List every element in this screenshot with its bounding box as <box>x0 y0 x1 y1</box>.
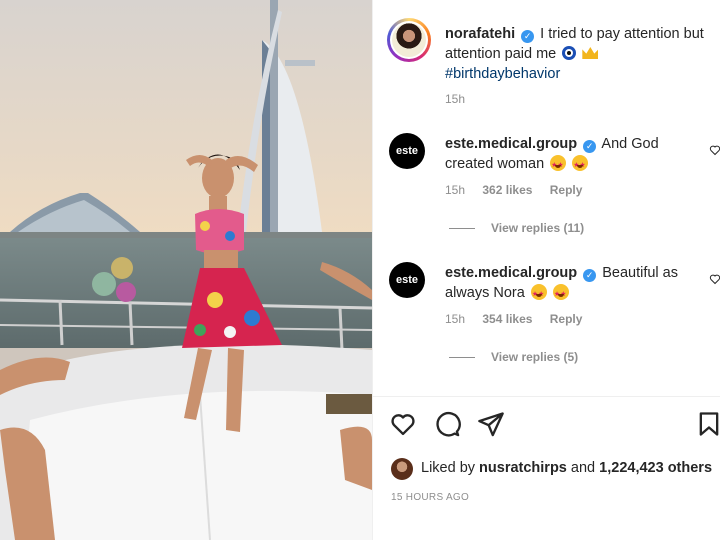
likes-summary: Liked by nusratchirps and 1,224,423 othe… <box>421 460 712 476</box>
commenter-username[interactable]: este.medical.group <box>445 265 577 281</box>
post-media[interactable] <box>0 0 372 540</box>
verified-badge-icon: ✓ <box>521 30 535 43</box>
divider <box>373 396 720 397</box>
comment-likes[interactable]: 362 likes <box>482 183 532 197</box>
comment-like-heart-icon[interactable] <box>709 273 720 285</box>
comment-meta: 15h 362 likes Reply <box>445 183 596 197</box>
verified-badge-icon: ✓ <box>583 140 597 153</box>
crown-emoji-icon <box>582 47 599 59</box>
comment-bubble-icon[interactable] <box>433 410 461 438</box>
liked-by-username[interactable]: nusratchirps <box>479 460 567 476</box>
comment-body: este.medical.group ✓ Beautiful as always… <box>445 263 701 305</box>
likes-prefix: Liked by <box>421 460 476 476</box>
comment-likes[interactable]: 354 likes <box>482 312 532 326</box>
caption-time: 15h <box>445 92 466 106</box>
nazar-amulet-emoji-icon <box>562 46 577 60</box>
comment-body: este.medical.group ✓ And God created wom… <box>445 134 701 176</box>
post-photo <box>0 0 372 540</box>
commenter-avatar[interactable]: este <box>389 262 425 298</box>
comment-time: 15h <box>445 312 466 326</box>
star-struck-emoji-icon <box>530 284 547 305</box>
post-caption: norafatehi ✓ I tried to pay attention bu… <box>445 24 705 84</box>
author-username[interactable]: norafatehi <box>445 26 515 42</box>
star-struck-emoji-icon <box>552 284 569 305</box>
likes-and: and <box>570 460 596 476</box>
comment-time: 15h <box>445 183 466 197</box>
star-struck-emoji-icon <box>572 155 589 176</box>
view-replies-label: View replies (5) <box>491 350 579 364</box>
view-replies-label: View replies (11) <box>491 221 585 235</box>
view-replies-button[interactable]: View replies (5) <box>449 350 578 364</box>
commenter-avatar[interactable]: este <box>389 133 425 169</box>
author-avatar[interactable] <box>387 18 431 62</box>
post-details-panel: norafatehi ✓ I tried to pay attention bu… <box>372 0 720 540</box>
hashtag-link[interactable]: #birthdaybehavior <box>445 66 560 82</box>
like-heart-icon[interactable] <box>389 410 417 438</box>
reply-button[interactable]: Reply <box>550 183 583 197</box>
star-struck-emoji-icon <box>550 155 567 176</box>
liked-by-avatar[interactable] <box>391 458 413 480</box>
reply-button[interactable]: Reply <box>550 312 583 326</box>
commenter-username[interactable]: este.medical.group <box>445 136 577 152</box>
view-replies-button[interactable]: View replies (11) <box>449 221 584 235</box>
comment-meta: 15h 354 likes Reply <box>445 312 596 326</box>
share-paper-plane-icon[interactable] <box>477 410 505 438</box>
comment-like-heart-icon[interactable] <box>709 144 720 156</box>
post-timestamp[interactable]: 15 HOURS AGO <box>391 492 469 503</box>
verified-badge-icon: ✓ <box>583 269 597 282</box>
likes-count[interactable]: 1,224,423 others <box>599 460 712 476</box>
save-bookmark-icon[interactable] <box>695 410 720 438</box>
